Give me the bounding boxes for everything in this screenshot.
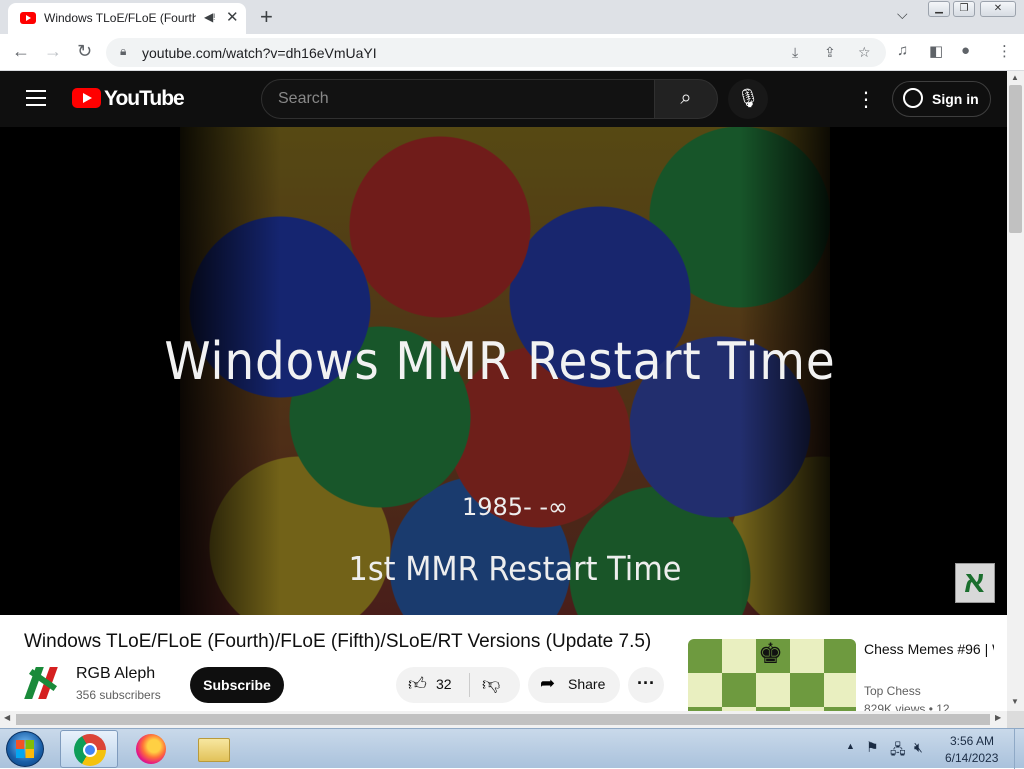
recommended-meta: 829K views • 12... bbox=[864, 702, 960, 711]
folder-icon bbox=[198, 738, 230, 762]
recommended-title[interactable]: Chess Memes #96 | When Yo... bbox=[864, 639, 994, 659]
video-overlay-subtitle: 1st MMR Restart Time bbox=[348, 549, 682, 588]
close-window-button[interactable]: ✕ bbox=[980, 1, 1016, 17]
chrome-menu-icon[interactable]: ⋮ bbox=[997, 42, 1012, 60]
scroll-up-arrow-icon[interactable]: ▲ bbox=[1011, 73, 1019, 82]
firefox-icon bbox=[136, 734, 166, 764]
side-panel-icon[interactable]: ◧ bbox=[929, 42, 943, 60]
vertical-scrollbar[interactable]: ▲ ▼ bbox=[1007, 71, 1024, 711]
network-icon[interactable]: 🖧︎ bbox=[890, 739, 906, 763]
aleph-logo-icon: א bbox=[964, 566, 985, 599]
forward-arrow-icon[interactable]: → bbox=[44, 41, 62, 62]
tab-close-icon[interactable]: ✕ bbox=[226, 8, 239, 26]
dislike-button[interactable]: 👎︎ bbox=[482, 673, 500, 695]
chrome-icon bbox=[74, 734, 106, 766]
minimize-button[interactable]: ▁ bbox=[928, 1, 950, 17]
channel-avatar[interactable] bbox=[24, 663, 64, 703]
taskbar-firefox[interactable] bbox=[122, 730, 180, 768]
profile-avatar-icon[interactable]: ● bbox=[961, 42, 970, 59]
tab-search-button[interactable]: ⌵ bbox=[897, 6, 908, 23]
subscribe-button[interactable]: Subscribe bbox=[190, 667, 284, 703]
volume-muted-icon[interactable]: 🔇︎ bbox=[914, 739, 923, 756]
scrollbar-corner bbox=[1007, 711, 1024, 728]
scroll-down-arrow-icon[interactable]: ▼ bbox=[1011, 697, 1019, 706]
scroll-left-arrow-icon[interactable]: ◀ bbox=[4, 713, 10, 722]
address-bar[interactable]: 🔒︎ youtube.com/watch?v=dh16eVmUaYI ⤓ ⇪ ☆ bbox=[106, 38, 886, 67]
restore-button[interactable]: ❐ bbox=[953, 1, 975, 17]
youtube-logo-icon[interactable] bbox=[72, 88, 101, 108]
windows-taskbar: ▲ ⚑ 🖧︎ 🔇︎ 3:56 AM 6/14/2023 bbox=[0, 728, 1024, 769]
hamburger-menu-icon[interactable] bbox=[26, 90, 46, 106]
media-controls-icon[interactable]: ♫ bbox=[897, 42, 908, 59]
back-arrow-icon[interactable]: ← bbox=[12, 41, 30, 62]
video-player[interactable]: Windows MMR Restart Time 1985- -∞ 1st MM… bbox=[0, 127, 1007, 615]
search-icon: ⌕ bbox=[680, 87, 692, 109]
clock-date[interactable]: 6/14/2023 bbox=[945, 751, 998, 765]
account-icon bbox=[903, 88, 923, 108]
search-button[interactable]: ⌕ bbox=[654, 79, 718, 119]
thumbs-up-icon: 👍︎ bbox=[408, 674, 427, 694]
video-overlay-title: Windows MMR Restart Time bbox=[164, 332, 836, 392]
lock-icon[interactable]: 🔒︎ bbox=[120, 44, 126, 59]
settings-menu-icon[interactable]: ⋮ bbox=[856, 87, 876, 112]
show-desktop-button[interactable] bbox=[1014, 729, 1024, 769]
youtube-masthead: YouTube Search ⌕ 🎙︎ ⋮ Sign in bbox=[0, 71, 1007, 127]
browser-tab-active[interactable]: Windows TLoE/FLoE (Fourth)/FLoE (Fifth)/… bbox=[8, 3, 246, 34]
install-app-icon[interactable]: ⤓ bbox=[792, 44, 798, 61]
taskbar-explorer[interactable] bbox=[184, 730, 242, 768]
share-arrow-icon: ➦ bbox=[540, 673, 556, 693]
video-title: Windows TLoE/FLoE (Fourth)/FLoE (Fifth)/… bbox=[24, 631, 652, 652]
subscriber-count: 356 subscribers bbox=[76, 688, 161, 702]
windows-logo-icon-lower bbox=[16, 749, 34, 758]
url-text[interactable]: youtube.com/watch?v=dh16eVmUaYI bbox=[142, 45, 377, 61]
thumbs-down-icon: 👎︎ bbox=[482, 674, 501, 694]
bookmark-star-icon[interactable]: ☆ bbox=[858, 44, 871, 61]
search-placeholder: Search bbox=[278, 90, 329, 107]
horizontal-scroll-thumb[interactable] bbox=[16, 714, 990, 725]
tab-strip: Windows TLoE/FLoE (Fourth)/FLoE (Fifth)/… bbox=[0, 0, 1024, 34]
more-actions-button[interactable]: ··· bbox=[628, 667, 664, 703]
share-button[interactable]: ➦ Share bbox=[528, 667, 620, 703]
like-divider bbox=[469, 673, 470, 697]
scroll-right-arrow-icon[interactable]: ▶ bbox=[995, 713, 1001, 722]
clock-time[interactable]: 3:56 AM bbox=[950, 734, 994, 748]
channel-watermark-icon[interactable]: א bbox=[955, 563, 995, 603]
microphone-icon: 🎙︎ bbox=[736, 88, 760, 108]
action-center-flag-icon[interactable]: ⚑ bbox=[866, 739, 879, 756]
recommended-channel[interactable]: Top Chess bbox=[864, 684, 921, 698]
browser-toolbar: ← → ↻ 🔒︎ youtube.com/watch?v=dh16eVmUaYI… bbox=[0, 34, 1024, 71]
share-label: Share bbox=[568, 676, 606, 692]
speaker-icon[interactable]: ◀ᵎ bbox=[204, 10, 215, 24]
youtube-wordmark[interactable]: YouTube bbox=[104, 87, 185, 111]
new-tab-button[interactable]: + bbox=[260, 4, 273, 30]
sign-in-label: Sign in bbox=[932, 91, 979, 107]
youtube-favicon-icon bbox=[20, 12, 36, 24]
sign-in-button[interactable]: Sign in bbox=[892, 81, 991, 117]
voice-search-button[interactable]: 🎙︎ bbox=[728, 79, 768, 119]
video-overlay-year: 1985- -∞ bbox=[461, 493, 569, 521]
tab-title: Windows TLoE/FLoE (Fourth)/FLoE (Fifth)/… bbox=[44, 11, 196, 25]
show-hidden-icons-icon[interactable]: ▲ bbox=[846, 741, 855, 751]
youtube-page: YouTube Search ⌕ 🎙︎ ⋮ Sign in Windows MM… bbox=[0, 71, 1007, 711]
horizontal-scrollbar[interactable]: ◀ ▶ bbox=[0, 711, 1007, 728]
taskbar-chrome[interactable] bbox=[60, 730, 118, 768]
like-count: 32 bbox=[436, 676, 452, 692]
like-button[interactable]: 👍︎ bbox=[408, 673, 427, 695]
channel-name[interactable]: RGB Aleph bbox=[76, 665, 155, 683]
recommended-thumbnail[interactable]: ♚ bbox=[688, 639, 856, 711]
search-input[interactable]: Search bbox=[261, 79, 655, 119]
start-button[interactable] bbox=[6, 731, 44, 767]
chess-king-icon: ♚ bbox=[758, 639, 784, 669]
like-dislike-group: 👍︎ 32 👎︎ bbox=[396, 667, 520, 703]
reload-icon[interactable]: ↻ bbox=[77, 41, 92, 62]
vertical-scroll-thumb[interactable] bbox=[1009, 85, 1022, 233]
share-page-icon[interactable]: ⇪ bbox=[824, 44, 836, 61]
